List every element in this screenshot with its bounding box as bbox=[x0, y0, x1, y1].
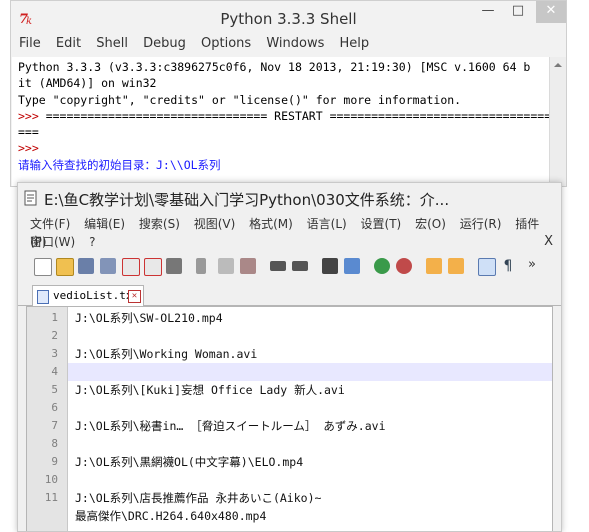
code-line: J:\OL系列\[Kuki]妄想 Office Lady 新人.avi bbox=[75, 383, 345, 397]
menu-help[interactable]: ? bbox=[89, 235, 95, 249]
find-icon[interactable] bbox=[322, 258, 338, 274]
cut-icon[interactable] bbox=[196, 258, 206, 274]
shell-line: >>> ================================ RES… bbox=[18, 108, 551, 124]
editor-toolbar: ¶ » bbox=[34, 255, 553, 277]
shell-line: >>> bbox=[18, 140, 544, 156]
tab-bar: vedioList.txt ✕ bbox=[18, 283, 561, 306]
shell-menu-bar: File Edit Shell Debug Options Windows He… bbox=[11, 36, 566, 56]
editor-title: E:\鱼C教学计划\零基础入门学习Python\030文件系统：介... bbox=[44, 191, 450, 209]
shell-line: Python 3.3.3 (v3.3.3:c3896275c0f6, Nov 1… bbox=[18, 60, 531, 74]
tab-vediolist[interactable]: vedioList.txt ✕ bbox=[32, 285, 144, 306]
show-all-characters-icon[interactable]: ¶ bbox=[500, 258, 516, 274]
menu-file[interactable]: File bbox=[19, 36, 41, 51]
menu-file[interactable]: 文件(F) bbox=[30, 217, 70, 231]
sync-horizontal-icon[interactable] bbox=[448, 258, 464, 274]
menu-shell[interactable]: Shell bbox=[96, 36, 128, 51]
python-shell-window: 7 k Python 3.3.3 Shell — □ ✕ File Edit S… bbox=[10, 0, 567, 187]
minimize-button[interactable]: — bbox=[472, 1, 504, 23]
zoom-in-icon[interactable] bbox=[374, 258, 390, 274]
menu-run[interactable]: 运行(R) bbox=[460, 217, 502, 231]
code-line: J:\OL系列\店長推薦作品 永井あいこ(Aiko)~ bbox=[75, 491, 322, 505]
line-number: 7 bbox=[51, 419, 58, 432]
close-document-button[interactable]: X bbox=[544, 233, 553, 251]
line-number: 3 bbox=[51, 347, 58, 360]
menu-edit[interactable]: Edit bbox=[56, 36, 81, 51]
line-number: 10 bbox=[44, 473, 58, 486]
maximize-button[interactable]: □ bbox=[502, 1, 534, 23]
open-folder-icon[interactable] bbox=[56, 258, 74, 276]
shell-line: Type "copyright", "credits" or "license(… bbox=[18, 92, 462, 107]
restart-banner: ================================ RESTART… bbox=[45, 108, 552, 123]
menu-search[interactable]: 搜索(S) bbox=[139, 217, 180, 231]
undo-icon[interactable] bbox=[270, 261, 286, 271]
sync-vertical-icon[interactable] bbox=[426, 258, 442, 274]
text-editor-area[interactable]: 1 J:\OL系列\SW-OL210.mp4 2 3 J:\OL系列\Worki… bbox=[26, 306, 553, 531]
menu-debug[interactable]: Debug bbox=[143, 36, 186, 51]
shell-prompt: >>> bbox=[18, 108, 46, 123]
save-all-icon[interactable] bbox=[100, 258, 116, 274]
editor-title-bar[interactable]: E:\鱼C教学计划\零基础入门学习Python\030文件系统：介... bbox=[18, 183, 561, 213]
word-wrap-icon[interactable] bbox=[478, 258, 496, 276]
code-line: J:\OL系列\SW-OL210.mp4 bbox=[75, 311, 223, 325]
copy-icon[interactable] bbox=[218, 258, 234, 274]
code-line: J:\OL系列\秘書in… ［脅迫スイートルーム］ あずみ.avi bbox=[75, 419, 386, 433]
line-number: 6 bbox=[51, 401, 58, 414]
line-number: 8 bbox=[51, 437, 58, 450]
line-number: 9 bbox=[51, 455, 58, 468]
redo-icon[interactable] bbox=[292, 261, 308, 271]
menu-language[interactable]: 语言(L) bbox=[307, 217, 347, 231]
menu-macro[interactable]: 宏(O) bbox=[415, 217, 446, 231]
line-number: 4 bbox=[51, 365, 58, 378]
menu-help[interactable]: Help bbox=[339, 36, 369, 51]
menu-window[interactable]: 窗口(W) bbox=[30, 235, 75, 249]
replace-icon[interactable] bbox=[344, 258, 360, 274]
code-line-wrapped: 最高傑作\DRC.H264.640x480.mp4 bbox=[75, 509, 267, 523]
menu-edit[interactable]: 编辑(E) bbox=[84, 217, 125, 231]
document-icon bbox=[24, 190, 37, 206]
menu-options[interactable]: Options bbox=[201, 36, 251, 51]
close-file-icon[interactable] bbox=[122, 258, 140, 276]
shell-prompt: >>> bbox=[18, 141, 46, 156]
save-icon[interactable] bbox=[78, 258, 94, 274]
shell-output-area[interactable]: Python 3.3.3 (v3.3.3:c3896275c0f6, Nov 1… bbox=[12, 57, 551, 186]
new-file-icon[interactable] bbox=[34, 258, 52, 276]
menu-row-1: 文件(F) 编辑(E) 搜索(S) 视图(V) 格式(M) 语言(L) 设置(T… bbox=[30, 215, 561, 251]
menu-format[interactable]: 格式(M) bbox=[249, 217, 293, 231]
line-number: 11 bbox=[44, 491, 58, 504]
file-tab-icon bbox=[37, 290, 49, 304]
tab-label: vedioList.txt bbox=[53, 289, 140, 302]
editor-menu-bar: 文件(F) 编辑(E) 搜索(S) 视图(V) 格式(M) 语言(L) 设置(T… bbox=[18, 215, 561, 251]
code-line: J:\OL系列\Working Woman.avi bbox=[75, 347, 258, 361]
toolbar-overflow-icon[interactable]: » bbox=[524, 258, 540, 274]
code-line: J:\OL系列\黒網襪OL(中文字幕)\ELO.mp4 bbox=[75, 455, 304, 469]
menu-settings[interactable]: 设置(T) bbox=[361, 217, 402, 231]
print-icon[interactable] bbox=[166, 258, 182, 274]
shell-line: it (AMD64)] on win32 bbox=[18, 76, 157, 91]
line-number: 1 bbox=[51, 311, 58, 324]
shell-line: === bbox=[18, 125, 39, 140]
notepad-window: E:\鱼C教学计划\零基础入门学习Python\030文件系统：介... 文件(… bbox=[17, 182, 562, 532]
line-number: 5 bbox=[51, 383, 58, 396]
menu-view[interactable]: 视图(V) bbox=[194, 217, 236, 231]
zoom-out-icon[interactable] bbox=[396, 258, 412, 274]
shell-title-bar[interactable]: 7 k Python 3.3.3 Shell — □ ✕ bbox=[11, 1, 566, 35]
input-prompt-line: 请输入待查找的初始目录：J:\\OL系列 bbox=[18, 157, 221, 172]
close-all-icon[interactable] bbox=[144, 258, 162, 276]
shell-scrollbar[interactable] bbox=[549, 57, 566, 186]
tab-close-icon[interactable]: ✕ bbox=[128, 290, 141, 303]
menu-windows[interactable]: Windows bbox=[266, 36, 324, 51]
menu-row-2: 窗口(W) ? bbox=[30, 233, 105, 251]
scroll-up-arrow-icon[interactable] bbox=[550, 59, 566, 71]
current-line-highlight bbox=[68, 363, 552, 381]
line-number: 2 bbox=[51, 329, 58, 342]
close-button[interactable]: ✕ bbox=[536, 1, 566, 23]
paste-icon[interactable] bbox=[240, 258, 256, 274]
